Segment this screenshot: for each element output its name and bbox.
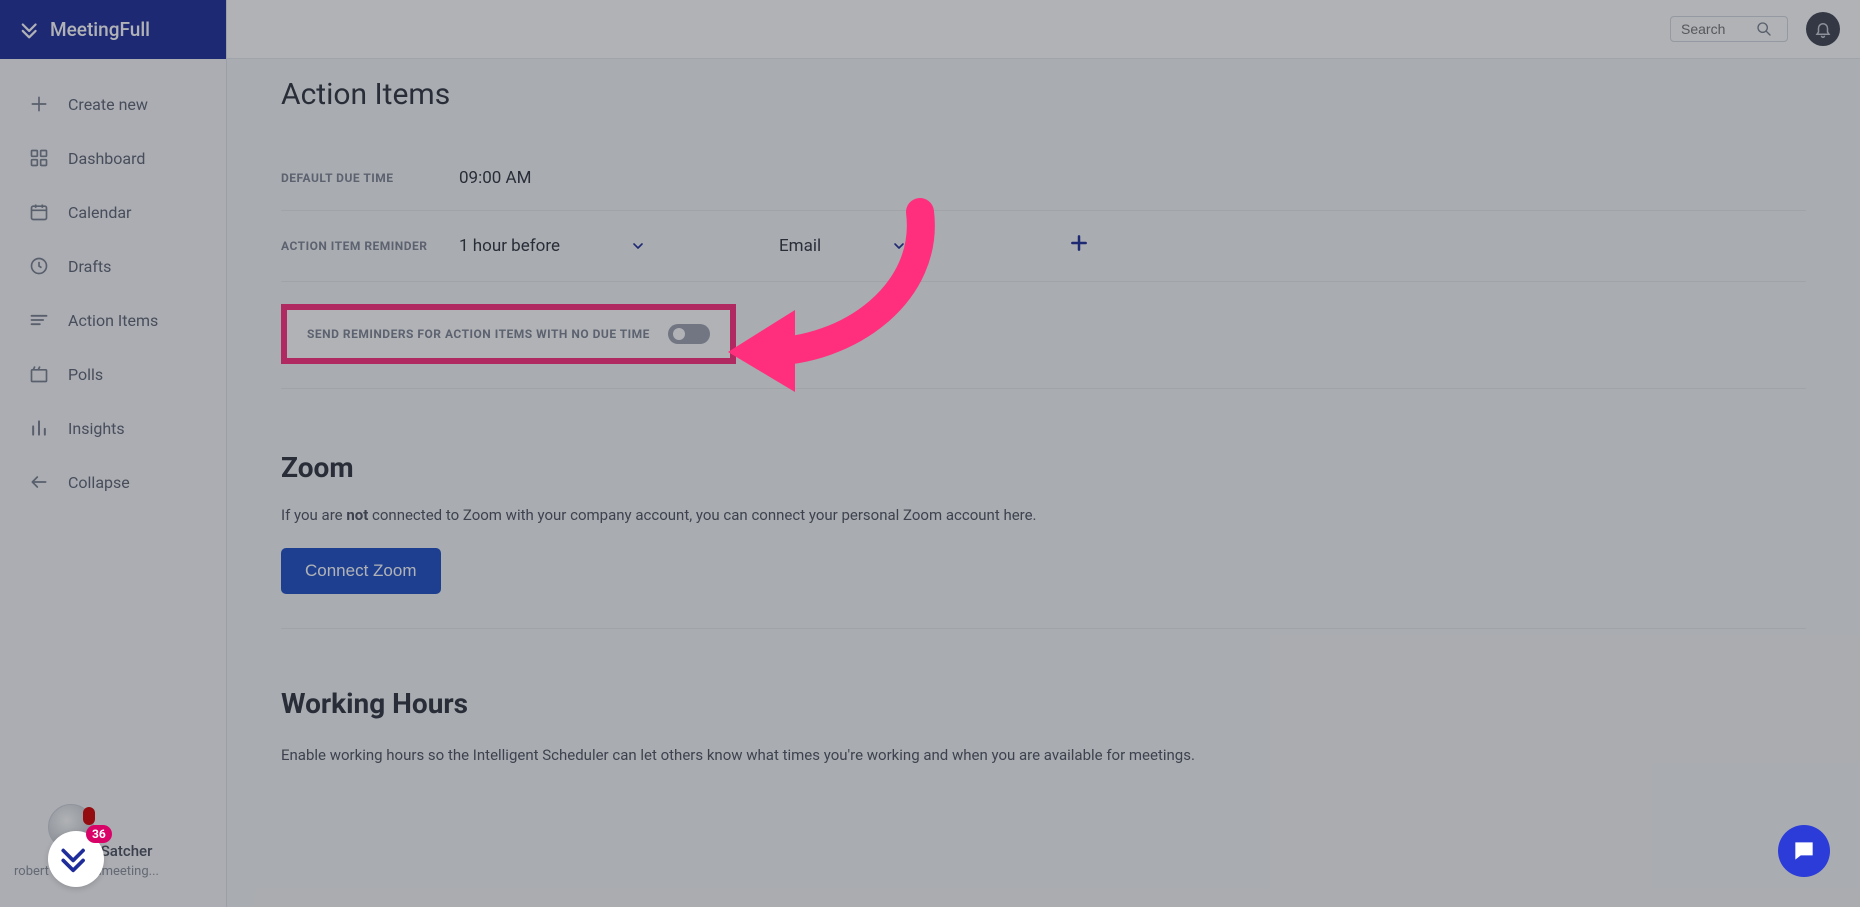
reminder-time-value: 1 hour before (459, 236, 560, 256)
sidebar: MeetingFull Create new Dashboard Calenda… (0, 0, 227, 907)
plus-icon (28, 93, 50, 115)
nav-label: Create new (68, 95, 148, 114)
nav-label: Drafts (68, 257, 111, 276)
default-due-time-label: DEFAULT DUE TIME (281, 171, 459, 185)
bars-icon (28, 417, 50, 439)
arrow-left-icon (28, 471, 50, 493)
nav-label: Collapse (68, 473, 130, 492)
nav-polls[interactable]: Polls (0, 347, 226, 401)
user-name: t Satcher (92, 842, 212, 860)
chat-icon (1791, 838, 1817, 864)
nav-label: Action Items (68, 311, 158, 330)
row-default-due-time: DEFAULT DUE TIME 09:00 AM (281, 146, 1806, 211)
main: Action Items DEFAULT DUE TIME 09:00 AM A… (227, 0, 1860, 907)
bell-icon (1814, 20, 1832, 38)
nav-label: Insights (68, 419, 125, 438)
no-due-reminder-toggle[interactable] (668, 324, 710, 344)
nav-list: Create new Dashboard Calendar Drafts (0, 59, 226, 822)
nav-action-items[interactable]: Action Items (0, 293, 226, 347)
zoom-title: Zoom (281, 451, 1806, 484)
zoom-desc: If you are not connected to Zoom with yo… (281, 506, 1806, 524)
nav-label: Dashboard (68, 149, 145, 168)
zoom-desc-prefix: If you are (281, 506, 346, 524)
clock-icon (28, 255, 50, 277)
nav-label: Calendar (68, 203, 131, 222)
user-block: t Satcher robert r@moonmeeting... (0, 822, 226, 907)
zoom-desc-suffix: connected to Zoom with your company acco… (368, 506, 1036, 524)
lines-icon (28, 309, 50, 331)
notifications-button[interactable] (1806, 12, 1840, 46)
zoom-section: Zoom If you are not connected to Zoom wi… (281, 389, 1806, 629)
section-title-action-items: Action Items (281, 77, 1806, 112)
reminder-time-select[interactable]: 1 hour before (459, 236, 699, 256)
search-input[interactable] (1681, 21, 1756, 37)
reminder-label: ACTION ITEM REMINDER (281, 239, 459, 253)
chat-badge: 36 (86, 825, 112, 843)
avatar-badge-icon (83, 807, 95, 825)
toggle-knob (673, 328, 685, 340)
brand-logo-icon (59, 842, 93, 876)
chevron-down-icon (630, 238, 646, 254)
search-wrap[interactable] (1670, 16, 1788, 42)
nav-label: Polls (68, 365, 103, 384)
working-hours-section: Working Hours Enable working hours so th… (281, 629, 1806, 764)
zoom-desc-bold: not (346, 506, 368, 524)
nav-collapse[interactable]: Collapse (0, 455, 226, 509)
topbar (227, 0, 1860, 59)
row-reminder: ACTION ITEM REMINDER 1 hour before Email (281, 211, 1806, 282)
nav-insights[interactable]: Insights (0, 401, 226, 455)
dashboard-icon (28, 147, 50, 169)
reminder-channel-select[interactable]: Email (779, 236, 939, 256)
polls-icon (28, 363, 50, 385)
no-due-reminder-label: SEND REMINDERS FOR ACTION ITEMS WITH NO … (307, 327, 650, 341)
nav-dashboard[interactable]: Dashboard (0, 131, 226, 185)
user-email: robert r@moonmeeting... (14, 864, 212, 879)
connect-zoom-button[interactable]: Connect Zoom (281, 548, 441, 594)
content: Action Items DEFAULT DUE TIME 09:00 AM A… (227, 59, 1860, 907)
nav-create-new[interactable]: Create new (0, 77, 226, 131)
working-hours-title: Working Hours (281, 687, 1806, 720)
brand-header: MeetingFull (0, 0, 226, 59)
intercom-launcher[interactable] (1778, 825, 1830, 877)
plus-icon (1069, 233, 1089, 253)
default-due-time-value[interactable]: 09:00 AM (459, 168, 531, 188)
brand-name: MeetingFull (50, 18, 150, 41)
chat-launcher[interactable]: 36 (48, 831, 104, 887)
reminder-channel-value: Email (779, 236, 821, 256)
working-hours-desc: Enable working hours so the Intelligent … (281, 746, 1806, 764)
add-reminder-button[interactable] (1069, 233, 1089, 259)
chevron-down-icon (891, 238, 907, 254)
nav-calendar[interactable]: Calendar (0, 185, 226, 239)
nav-drafts[interactable]: Drafts (0, 239, 226, 293)
brand-logo-icon (20, 19, 42, 41)
search-icon (1756, 21, 1772, 37)
calendar-icon (28, 201, 50, 223)
no-due-reminder-row: SEND REMINDERS FOR ACTION ITEMS WITH NO … (281, 304, 736, 364)
